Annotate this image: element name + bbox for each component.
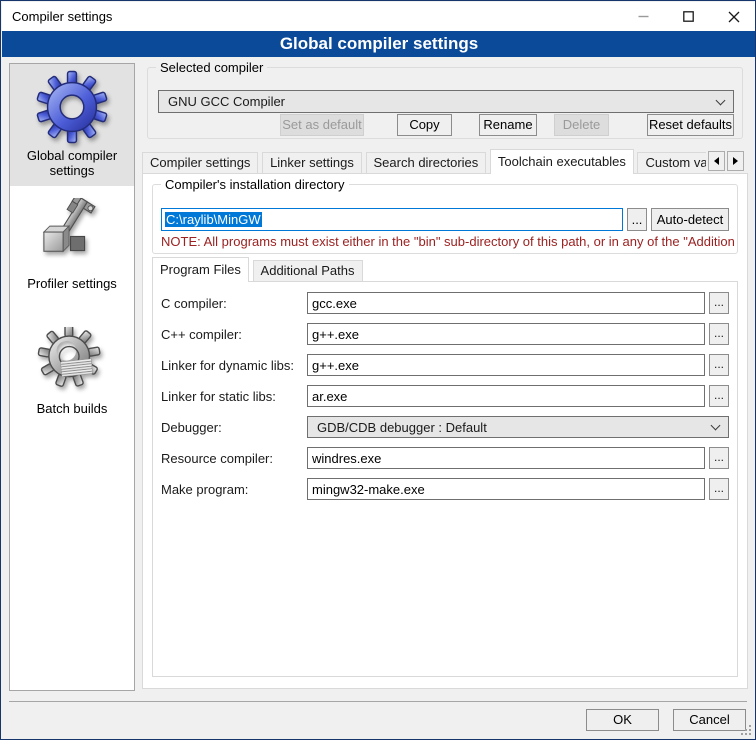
resize-grip[interactable] [740,724,752,736]
cpp-compiler-browse-button[interactable]: ... [709,323,729,345]
maximize-icon [683,11,694,22]
toolchain-executables-page: Compiler's installation directory C:\ray… [142,173,748,689]
delete-button: Delete [554,114,609,136]
field-row-dynamic-linker: Linker for dynamic libs: ... [161,354,729,376]
minimize-button [621,2,666,31]
install-dir-input[interactable]: C:\raylib\MinGW [161,208,623,231]
installation-directory-group: Compiler's installation directory C:\ray… [152,184,738,254]
static-linker-input[interactable] [307,385,705,407]
selected-compiler-value: GNU GCC Compiler [168,94,285,109]
sidebar-item-profiler-settings[interactable]: Profiler settings [10,192,134,299]
tab-toolchain-executables[interactable]: Toolchain executables [490,149,634,174]
close-icon [728,11,740,23]
sub-tab-strip: Program Files Additional Paths [152,257,738,282]
ok-button[interactable]: OK [586,709,659,731]
footer-separator [9,701,747,702]
tab-scroll-right-button[interactable] [727,151,744,171]
c-compiler-label: C compiler: [161,296,307,311]
field-row-c-compiler: C compiler: ... [161,292,729,314]
sidebar-item-label: Global compiler settings [12,148,132,178]
static-linker-label: Linker for static libs: [161,389,307,404]
window-title: Compiler settings [12,2,112,31]
close-button[interactable] [711,2,756,31]
make-program-label: Make program: [161,482,307,497]
install-dir-browse-button[interactable]: ... [627,208,647,231]
minimize-icon [638,11,649,22]
caliper-icon [35,198,109,272]
sidebar-item-global-compiler-settings[interactable]: Global compiler settings [10,64,134,186]
make-program-browse-button[interactable]: ... [709,478,729,500]
main-tab-strip: Compiler settings Linker settings Search… [142,149,706,174]
selected-compiler-group-label: Selected compiler [156,60,267,75]
tab-scroll-buttons [708,151,744,171]
triangle-right-icon [733,157,742,165]
chevron-down-icon [711,421,721,431]
resource-compiler-input[interactable] [307,447,705,469]
tab-compiler-settings[interactable]: Compiler settings [142,152,258,173]
tab-linker-settings[interactable]: Linker settings [262,152,362,173]
resource-compiler-browse-button[interactable]: ... [709,447,729,469]
subtab-program-files[interactable]: Program Files [152,257,249,282]
tab-search-directories[interactable]: Search directories [366,152,487,173]
tab-custom-variables[interactable]: Custom variables [637,152,706,173]
field-row-cpp-compiler: C++ compiler: ... [161,323,729,345]
debugger-value: GDB/CDB debugger : Default [317,420,487,435]
copy-button[interactable]: Copy [397,114,452,136]
autodetect-button[interactable]: Auto-detect [651,208,729,231]
cancel-button[interactable]: Cancel [673,709,746,731]
dynamic-linker-input[interactable] [307,354,705,376]
dynamic-linker-label: Linker for dynamic libs: [161,358,307,373]
page-title: Global compiler settings [2,31,756,57]
dynamic-linker-browse-button[interactable]: ... [709,354,729,376]
field-row-debugger: Debugger: GDB/CDB debugger : Default [161,416,729,438]
sidebar-item-batch-builds[interactable]: Batch builds [10,321,134,424]
bin-subdirectory-note: NOTE: All programs must exist either in … [161,234,735,249]
field-row-static-linker: Linker for static libs: ... [161,385,729,407]
program-files-page: C compiler: ... C++ compiler: ... Linker… [152,281,738,677]
make-program-input[interactable] [307,478,705,500]
chevron-down-icon [716,95,726,105]
field-row-resource-compiler: Resource compiler: ... [161,447,729,469]
tab-scroll-left-button[interactable] [708,151,725,171]
triangle-left-icon [710,157,719,165]
installation-directory-group-label: Compiler's installation directory [161,177,349,192]
blue-gear-icon [35,70,109,144]
cpp-compiler-input[interactable] [307,323,705,345]
set-as-default-button: Set as default [280,114,364,136]
rename-button[interactable]: Rename [479,114,537,136]
compiler-settings-dialog: Compiler settings Global compiler settin… [0,0,756,740]
sidebar-item-label: Batch builds [37,401,108,416]
debugger-combobox[interactable]: GDB/CDB debugger : Default [307,416,729,438]
settings-sidebar: Global compiler settings [9,63,135,691]
install-dir-value: C:\raylib\MinGW [165,212,262,227]
selected-compiler-combobox[interactable]: GNU GCC Compiler [158,90,734,113]
reset-defaults-button[interactable]: Reset defaults [647,114,734,136]
selected-compiler-group: Selected compiler GNU GCC Compiler Set a… [147,67,743,139]
cpp-compiler-label: C++ compiler: [161,327,307,342]
gray-gear-stack-icon [37,327,107,397]
window-controls [621,2,756,31]
resource-compiler-label: Resource compiler: [161,451,307,466]
c-compiler-browse-button[interactable]: ... [709,292,729,314]
subtab-additional-paths[interactable]: Additional Paths [253,260,363,281]
debugger-label: Debugger: [161,420,307,435]
title-bar[interactable]: Compiler settings [2,2,756,31]
static-linker-browse-button[interactable]: ... [709,385,729,407]
field-row-make-program: Make program: ... [161,478,729,500]
maximize-button[interactable] [666,2,711,31]
sidebar-item-label: Profiler settings [27,276,117,291]
c-compiler-input[interactable] [307,292,705,314]
